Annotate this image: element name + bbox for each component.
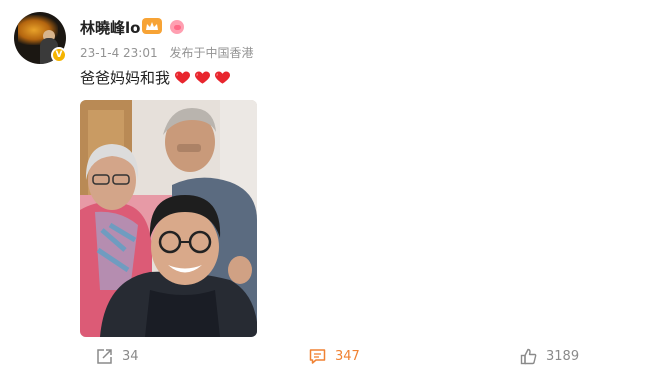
repost-count: 34: [122, 349, 139, 364]
heart-icon: [175, 70, 191, 84]
repost-icon: [97, 349, 112, 364]
like-button[interactable]: 3189: [520, 348, 579, 365]
repost-button[interactable]: 34: [96, 348, 139, 365]
crown-icon[interactable]: [142, 18, 162, 34]
author-name[interactable]: 林曉峰lo: [80, 17, 140, 38]
post-location: 中国香港: [205, 46, 254, 60]
post-photo[interactable]: [80, 100, 257, 337]
comment-icon: [309, 349, 326, 364]
pig-icon[interactable]: [170, 20, 184, 34]
like-icon: [520, 348, 537, 365]
comment-button[interactable]: 347: [309, 348, 360, 365]
post-timestamp[interactable]: 23-1-4 23:01: [80, 46, 158, 60]
heart-icon: [215, 70, 231, 84]
like-count: 3189: [546, 349, 580, 364]
location-prefix: 发布于: [169, 46, 206, 60]
verified-badge-icon: V: [51, 47, 67, 63]
post-meta: 23-1-4 23:01 发布于中国香港: [80, 44, 261, 61]
post-text-row: 爸爸妈妈和我: [80, 67, 231, 88]
heart-icon: [195, 70, 211, 84]
comment-count: 347: [335, 349, 360, 364]
post-text: 爸爸妈妈和我: [80, 69, 171, 87]
